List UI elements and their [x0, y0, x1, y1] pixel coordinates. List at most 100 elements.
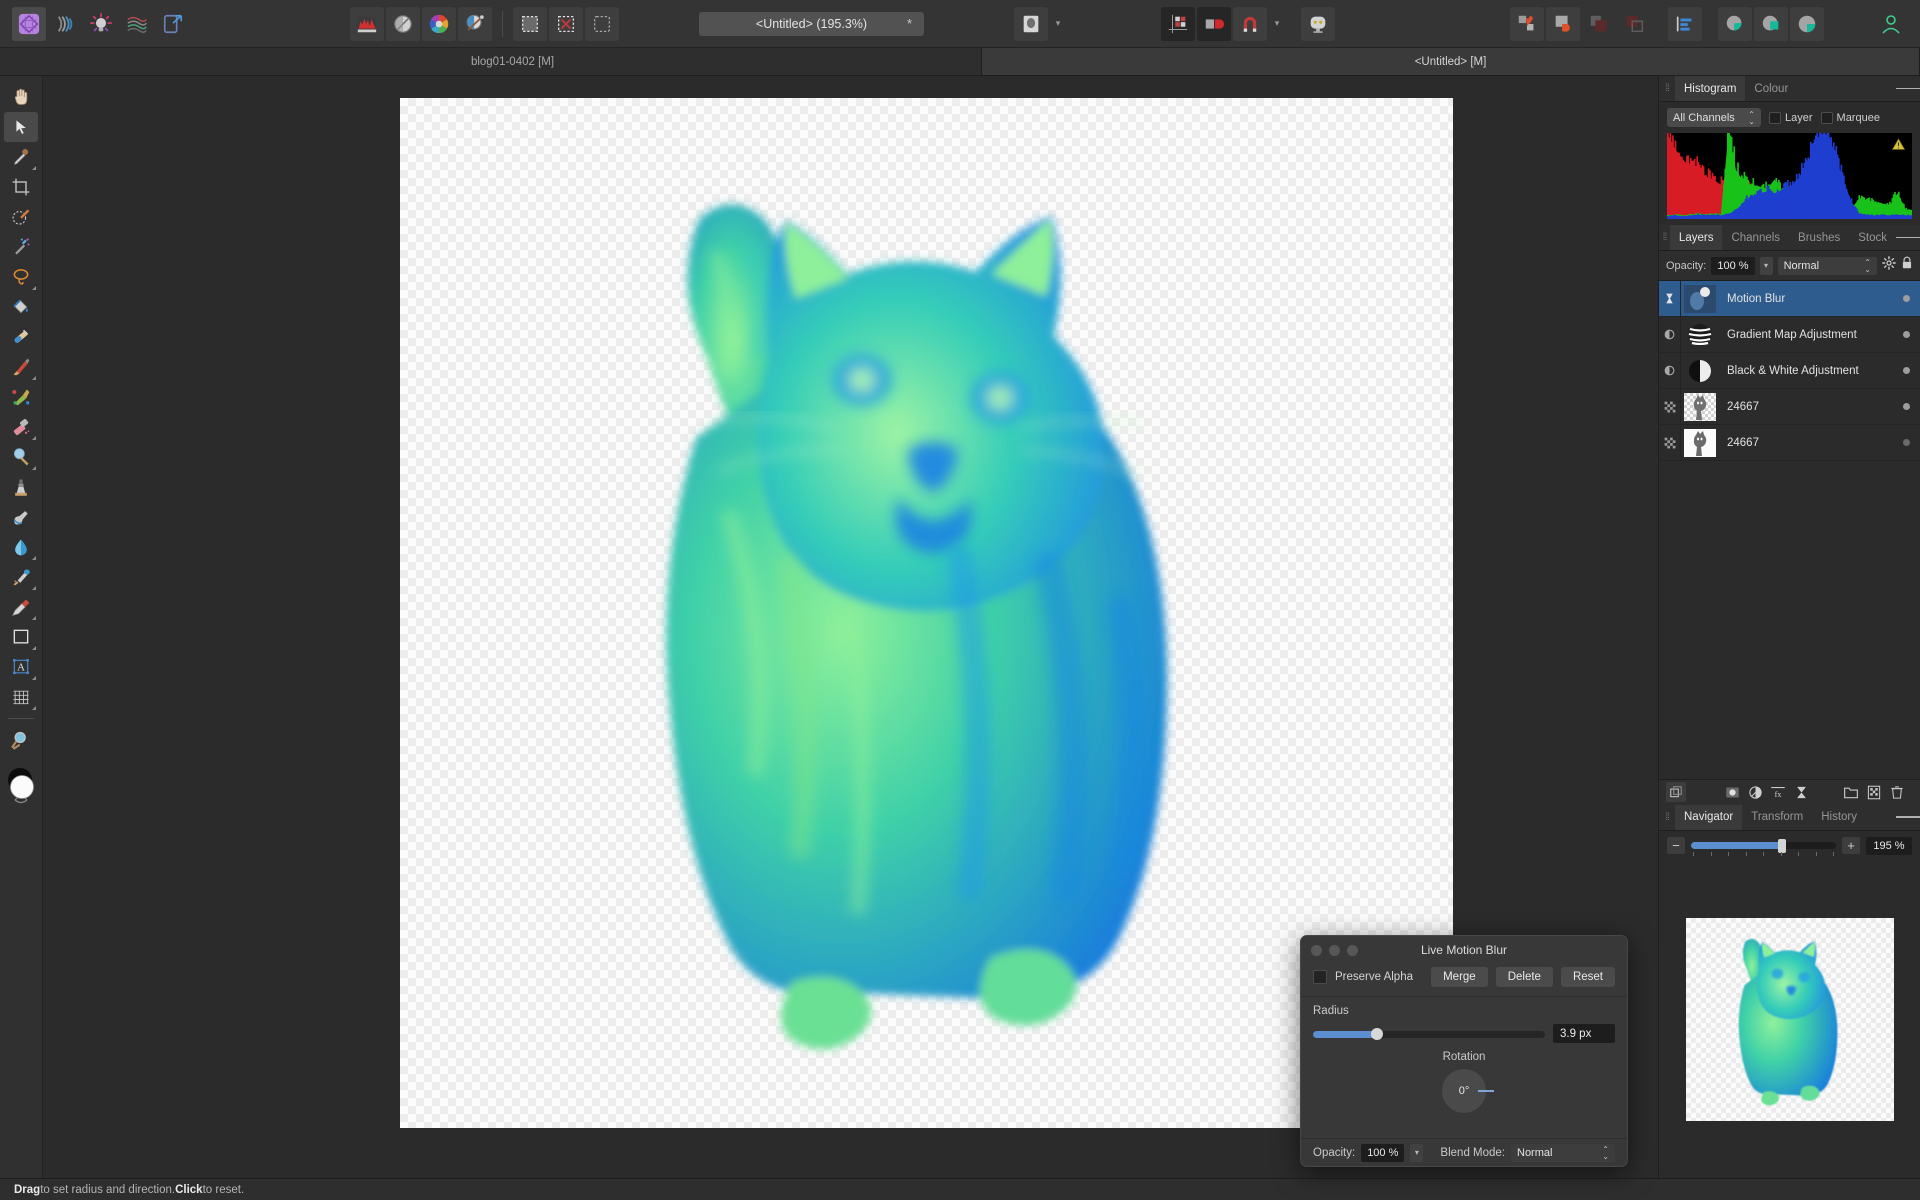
mask-delete-button[interactable] [549, 6, 583, 41]
assistant-button[interactable] [1301, 6, 1335, 41]
account-button[interactable] [1874, 7, 1908, 41]
tab-navigator[interactable]: Navigator [1675, 804, 1743, 830]
layer-checkbox[interactable] [1769, 111, 1781, 124]
tab-history[interactable]: History [1812, 805, 1866, 830]
new-group-button[interactable] [1841, 782, 1861, 802]
boolean-xor-button[interactable] [1790, 6, 1824, 41]
layer-thumbnail[interactable] [1683, 428, 1717, 458]
tab-colour[interactable]: Colour [1745, 76, 1797, 101]
layer-row-0[interactable]: Motion Blur [1659, 280, 1920, 317]
zoom-level-input[interactable]: 195 % [1866, 836, 1912, 855]
freehand-select-tool[interactable] [4, 262, 38, 292]
clipping-warning-icon[interactable] [1891, 138, 1906, 156]
layer-thumbnail[interactable] [1683, 284, 1717, 314]
flood-fill-tool[interactable] [4, 292, 38, 322]
layer-checkbox-row[interactable]: Layer [1769, 111, 1813, 124]
layer-visibility-toggle[interactable] [1659, 316, 1681, 353]
clone-brush-tool[interactable] [4, 472, 38, 502]
tab-channels[interactable]: Channels [1722, 225, 1789, 250]
layer-visibility-toggle[interactable] [1659, 280, 1681, 317]
histogram-panel-menu-icon[interactable] [1896, 76, 1920, 101]
opacity-dropdown-chevron[interactable]: ▾ [1759, 256, 1773, 275]
radius-slider-knob[interactable] [1371, 1027, 1383, 1040]
new-pixel-layer-button[interactable] [1864, 782, 1884, 802]
layer-status-dot[interactable] [1903, 331, 1910, 338]
live-motion-blur-dialog[interactable]: Live Motion Blur Preserve Alpha Merge De… [1300, 935, 1628, 1167]
navigator-preview[interactable] [1659, 860, 1920, 1178]
pen-tool[interactable] [4, 592, 38, 622]
opacity-input[interactable]: 100 % [1711, 256, 1755, 275]
rotation-dial[interactable]: 0° [1442, 1069, 1494, 1113]
dialog-opacity-chevron[interactable]: ▾ [1410, 1143, 1424, 1162]
dialog-titlebar[interactable]: Live Motion Blur [1301, 936, 1627, 964]
snapshot-dropdown-chevron[interactable]: ▾ [1050, 7, 1066, 41]
move-tool[interactable] [4, 112, 38, 142]
document-title-field[interactable]: <Untitled> (195.3%) * [699, 11, 924, 36]
tab-layers[interactable]: Layers [1669, 225, 1723, 250]
colour-wheel-button[interactable] [422, 6, 456, 41]
mask-add-button[interactable] [513, 6, 547, 41]
rectangle-tool[interactable] [4, 622, 38, 652]
radius-slider[interactable] [1313, 1027, 1545, 1040]
dodge-brush-tool[interactable] [4, 442, 38, 472]
layer-visibility-toggle[interactable] [1659, 352, 1681, 389]
reset-button[interactable]: Reset [1560, 967, 1615, 987]
tab-histogram[interactable]: Histogram [1675, 76, 1746, 101]
layer-status-dot[interactable] [1903, 403, 1910, 410]
preserve-alpha-checkbox[interactable] [1313, 970, 1327, 984]
mask-refine-button[interactable] [585, 6, 619, 41]
document-tab-1[interactable]: <Untitled> [M] [982, 48, 1920, 75]
erase-brush-tool[interactable] [4, 412, 38, 442]
dialog-maximize-button[interactable] [1347, 944, 1358, 956]
live-filter-layer-button[interactable]: fx [1768, 782, 1788, 802]
mask-layer-button[interactable] [1722, 782, 1742, 802]
dialog-minimize-button[interactable] [1329, 944, 1340, 956]
navigator-panel-menu-icon[interactable] [1896, 805, 1920, 830]
layer-row-2[interactable]: Black & White Adjustment [1659, 352, 1920, 389]
gradient-tool[interactable] [4, 322, 38, 352]
zoom-in-button[interactable]: + [1842, 837, 1860, 854]
magnet-button[interactable] [1233, 6, 1267, 41]
zoom-tool[interactable] [4, 725, 38, 755]
delete-button[interactable]: Delete [1495, 967, 1553, 987]
mesh-warp-tool[interactable] [4, 682, 38, 712]
layer-status-dot[interactable] [1903, 439, 1910, 446]
boolean-sub-button[interactable] [1754, 6, 1788, 41]
channel-select[interactable]: All Channels ⌃ ⌄ [1667, 108, 1761, 127]
layer-row-4[interactable]: 24667 [1659, 424, 1920, 461]
live-filter-stack-button[interactable] [1791, 782, 1811, 802]
zoom-slider-knob[interactable] [1778, 838, 1786, 853]
intersect-shapes-button[interactable] [1618, 7, 1652, 41]
marquee-checkbox-row[interactable]: Marquee [1820, 111, 1880, 124]
marquee-checkbox[interactable] [1820, 111, 1833, 124]
boolean-add-button[interactable] [1718, 6, 1752, 41]
adjustment-layer-button[interactable] [1745, 782, 1765, 802]
blend-mode-select[interactable]: Normal ⌃ ⌄ [1777, 256, 1877, 275]
merge-shapes-button[interactable] [1546, 6, 1580, 41]
grid-snapping-button[interactable] [1161, 6, 1195, 41]
blur-brush-tool[interactable] [4, 532, 38, 562]
layer-visibility-toggle[interactable] [1659, 388, 1681, 425]
zoom-out-button[interactable]: − [1667, 837, 1685, 854]
tab-brushes[interactable]: Brushes [1789, 225, 1849, 250]
snapshot-button[interactable] [1014, 6, 1048, 41]
panel-grip[interactable]: ⁞⁞ [1659, 225, 1670, 250]
layer-visibility-toggle[interactable] [1659, 424, 1681, 461]
liquify-persona-button[interactable] [48, 7, 82, 41]
zoom-slider[interactable] [1691, 837, 1836, 856]
paint-mixer-tool[interactable] [4, 382, 38, 412]
layer-effects-button[interactable] [1666, 782, 1686, 802]
artistic-text-tool[interactable]: A [4, 652, 38, 682]
selection-brush-tool[interactable] [4, 202, 38, 232]
paint-brush-tool[interactable] [4, 352, 38, 382]
navigator-thumbnail[interactable] [1685, 917, 1894, 1121]
panel-grip[interactable]: ⁞⁞ [1659, 805, 1675, 830]
layer-thumbnail[interactable] [1683, 320, 1717, 350]
align-button[interactable] [1668, 6, 1702, 41]
layer-thumbnail[interactable] [1683, 356, 1717, 386]
dialog-close-button[interactable] [1311, 944, 1322, 956]
layer-row-1[interactable]: Gradient Map Adjustment [1659, 316, 1920, 353]
photo-persona-button[interactable] [12, 6, 46, 41]
flood-select-tool[interactable] [4, 232, 38, 262]
colour-swatches[interactable] [4, 765, 38, 807]
